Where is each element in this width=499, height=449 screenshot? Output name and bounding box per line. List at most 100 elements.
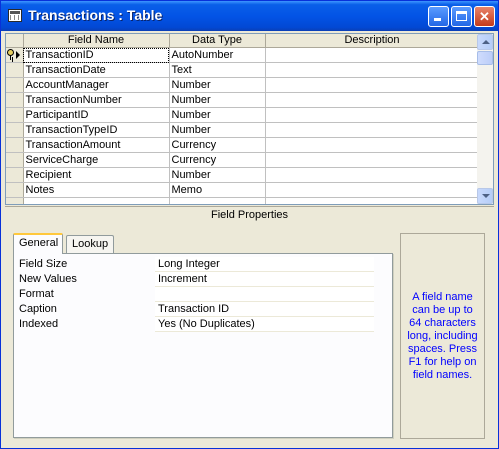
data-type-cell[interactable]: Currency — [169, 152, 266, 168]
table-row[interactable]: Notes Memo — [6, 182, 480, 198]
table-row[interactable]: TransactionNumber Number — [6, 92, 480, 108]
description-cell[interactable] — [265, 62, 480, 78]
pane-divider[interactable] — [5, 206, 494, 207]
property-value-field[interactable] — [155, 287, 374, 302]
column-header-description[interactable]: Description — [265, 34, 480, 48]
field-name-cell[interactable]: TransactionNumber — [23, 92, 170, 108]
data-type-cell[interactable]: Number — [169, 122, 266, 138]
data-type-cell[interactable]: Text — [169, 62, 266, 78]
data-type-cell[interactable]: Number — [169, 77, 266, 93]
field-name-cell[interactable]: TransactionAmount — [23, 137, 170, 153]
table-design-window: Transactions : Table ✕ Field Name Data T… — [0, 0, 499, 449]
table-row[interactable]: TransactionID AutoNumber — [6, 47, 480, 63]
property-label: Format — [19, 288, 54, 300]
table-row[interactable]: Recipient Number — [6, 167, 480, 183]
property-row: Caption Transaction ID — [19, 302, 379, 317]
property-label: New Values — [19, 273, 77, 285]
help-panel: A field name can be up to 64 characters … — [400, 233, 485, 439]
data-type-cell[interactable]: Number — [169, 167, 266, 183]
scroll-thumb[interactable] — [477, 51, 493, 65]
general-tab-panel: Field Size Long Integer New Values Incremen… — [13, 253, 393, 438]
minimize-icon — [434, 18, 441, 21]
table-row[interactable]: ParticipantID Number — [6, 107, 480, 123]
window-title: Transactions : Table — [28, 7, 163, 23]
property-label: Indexed — [19, 318, 59, 330]
column-header-field-name[interactable]: Field Name — [23, 34, 170, 48]
description-cell[interactable] — [265, 47, 480, 63]
table-row[interactable]: TransactionAmount Currency — [6, 137, 480, 153]
field-name-cell[interactable]: TransactionID — [23, 47, 170, 63]
close-icon: ✕ — [479, 9, 490, 24]
description-cell[interactable] — [265, 92, 480, 108]
field-name-cell[interactable]: ParticipantID — [23, 107, 170, 123]
scroll-up-button[interactable] — [477, 34, 493, 50]
field-table: Field Name Data Type Description Transac… — [6, 34, 480, 204]
table-row[interactable]: TransactionTypeID Number — [6, 122, 480, 138]
field-name-cell[interactable]: Notes — [23, 182, 170, 198]
field-name-cell[interactable]: AccountManager — [23, 77, 170, 93]
data-type-cell[interactable]: Memo — [169, 182, 266, 198]
row-selector[interactable] — [6, 77, 24, 93]
scroll-up-icon — [482, 40, 490, 44]
field-grid: Field Name Data Type Description Transac… — [5, 33, 494, 205]
select-all-corner[interactable] — [6, 34, 24, 48]
description-cell[interactable] — [265, 122, 480, 138]
table-row[interactable]: AccountManager Number — [6, 77, 480, 93]
description-cell[interactable] — [265, 77, 480, 93]
scroll-down-icon — [482, 194, 490, 198]
row-selector[interactable] — [6, 197, 24, 204]
row-selector[interactable] — [6, 122, 24, 138]
data-type-cell[interactable]: Number — [169, 92, 266, 108]
field-name-cell[interactable]: TransactionTypeID — [23, 122, 170, 138]
table-icon — [8, 9, 22, 22]
description-cell[interactable] — [265, 152, 480, 168]
row-selector[interactable] — [6, 92, 24, 108]
maximize-button[interactable] — [451, 6, 472, 27]
table-row[interactable]: TransactionDate Text — [6, 62, 480, 78]
description-cell[interactable] — [265, 182, 480, 198]
field-name-cell[interactable]: TransactionDate — [23, 62, 170, 78]
title-bar[interactable]: Transactions : Table ✕ — [1, 1, 498, 31]
primary-key-icon — [6, 49, 15, 61]
row-selector[interactable] — [6, 62, 24, 78]
table-row[interactable]: ServiceCharge Currency — [6, 152, 480, 168]
vertical-scrollbar[interactable] — [477, 34, 493, 204]
property-value-field[interactable]: Yes (No Duplicates) — [155, 317, 374, 332]
maximize-icon — [456, 11, 467, 21]
minimize-button[interactable] — [428, 6, 449, 27]
column-header-data-type[interactable]: Data Type — [169, 34, 266, 48]
property-value-field[interactable]: Long Integer — [155, 257, 374, 272]
description-cell[interactable] — [265, 107, 480, 123]
row-selector[interactable] — [6, 167, 24, 183]
data-type-cell[interactable] — [169, 197, 266, 204]
row-selector[interactable] — [6, 107, 24, 123]
property-row: Format — [19, 287, 379, 302]
help-text: A field name can be up to 64 characters … — [407, 290, 478, 381]
table-row[interactable] — [6, 197, 480, 204]
field-name-cell[interactable]: Recipient — [23, 167, 170, 183]
tab-lookup[interactable]: Lookup — [66, 235, 114, 253]
data-type-cell[interactable]: AutoNumber — [169, 47, 266, 63]
description-cell[interactable] — [265, 137, 480, 153]
field-properties-header: Field Properties — [210, 209, 289, 221]
data-type-cell[interactable]: Currency — [169, 137, 266, 153]
row-selector[interactable] — [6, 47, 24, 63]
property-value-field[interactable]: Transaction ID — [155, 302, 374, 317]
tab-general[interactable]: General — [13, 233, 63, 254]
row-selector[interactable] — [6, 182, 24, 198]
field-name-cell[interactable] — [23, 197, 170, 204]
description-cell[interactable] — [265, 197, 480, 204]
property-row: New Values Increment — [19, 272, 379, 287]
data-type-cell[interactable]: Number — [169, 107, 266, 123]
row-selector[interactable] — [6, 137, 24, 153]
field-name-cell[interactable]: ServiceCharge — [23, 152, 170, 168]
current-row-icon — [16, 50, 20, 59]
property-row: Field Size Long Integer — [19, 257, 379, 272]
close-button[interactable]: ✕ — [474, 6, 495, 27]
property-label: Field Size — [19, 258, 68, 270]
description-cell[interactable] — [265, 167, 480, 183]
scroll-down-button[interactable] — [477, 188, 493, 204]
property-row: Indexed Yes (No Duplicates) — [19, 317, 379, 332]
row-selector[interactable] — [6, 152, 24, 168]
property-value-field[interactable]: Increment — [155, 272, 374, 287]
